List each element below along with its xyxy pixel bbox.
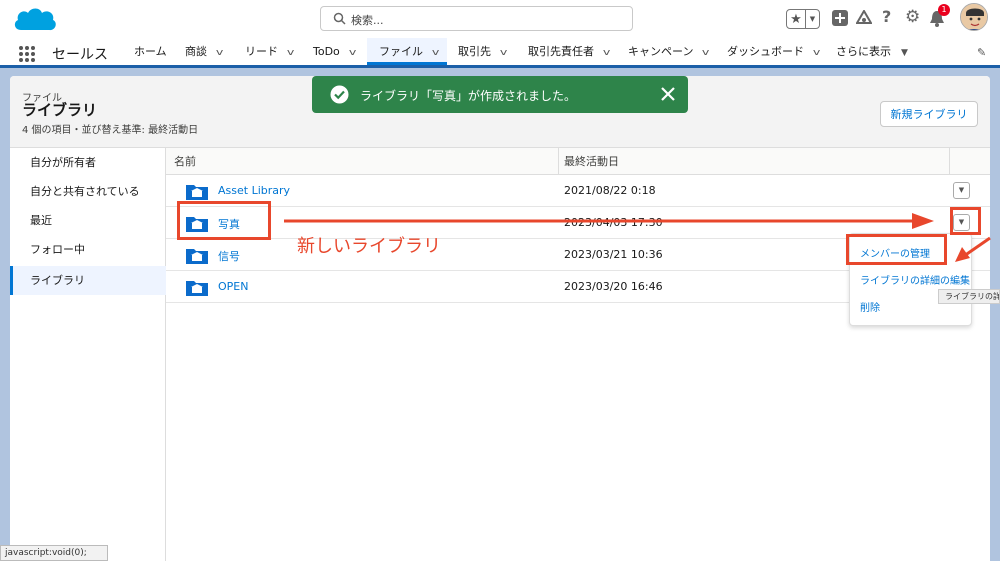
library-folder-icon [186,281,208,296]
list-info: 4 個の項目・並び替え基準: 最終活動日 [22,125,199,136]
global-header: 検索... ★ ▼ ? ⚙ 1 [0,0,1000,38]
nav-item-accounts[interactable]: 取引先 v [458,38,507,67]
annotation-label: 新しいライブラリ [297,236,441,257]
salesforce-logo[interactable] [11,4,59,36]
sidebar-item-shared-with-me[interactable]: 自分と共有されている [10,177,166,206]
close-icon[interactable] [659,85,677,103]
chevron-down-icon[interactable]: ▼ [806,10,819,28]
chevron-down-icon[interactable]: v [287,40,294,67]
status-bar: javascript:void(0); [0,545,108,561]
star-icon[interactable]: ★ [787,10,806,28]
sidebar: 自分が所有者 自分と共有されている 最近 フォロー中 ライブラリ [10,148,166,561]
nav-bar: セールス ホーム 商談 v リード v ToDo v ファイル v 取引先 v 取引先責任… [0,38,1000,68]
chevron-down-icon[interactable]: v [216,40,223,67]
table-header: 名前 最終活動日 [166,148,990,175]
column-divider [558,148,559,175]
nav-item-files[interactable]: ファイル v [367,38,447,65]
nav-item-todo[interactable]: ToDo v [313,38,356,67]
nav-item-contacts[interactable]: 取引先責任者 v [528,38,610,67]
library-link[interactable]: OPEN [218,280,248,293]
app-name: セールス [52,47,108,63]
sidebar-item-libraries[interactable]: ライブラリ [10,266,166,295]
nav-item-dashboards[interactable]: ダッシュボード v [727,38,820,67]
avatar[interactable] [960,3,988,31]
last-activity-date: 2023/04/03 17:30 [564,216,663,229]
annotation-box-row-menu [950,207,981,235]
search-placeholder: 検索... [351,14,384,27]
add-icon[interactable] [832,10,848,26]
sidebar-item-recent[interactable]: 最近 [10,206,166,235]
new-library-button[interactable]: 新規ライブラリ [880,101,978,127]
column-divider [949,148,950,175]
nav-item-home[interactable]: ホーム [134,38,167,65]
chevron-down-icon[interactable]: v [813,40,820,67]
nav-item-campaigns[interactable]: キャンペーン v [628,38,710,67]
column-header-name[interactable]: 名前 [174,148,196,175]
annotation-box-manage-members [846,234,947,265]
pencil-icon[interactable]: ✎ [977,46,986,59]
library-link[interactable]: 信号 [218,248,240,264]
chevron-down-icon[interactable]: v [432,40,439,67]
last-activity-date: 2021/08/22 0:18 [564,184,656,197]
last-activity-date: 2023/03/21 10:36 [564,248,663,261]
library-link[interactable]: Asset Library [218,184,290,197]
menu-item-edit-library-details[interactable]: ライブラリの詳細の編集 [860,272,970,287]
gear-icon[interactable]: ⚙ [905,7,920,27]
trailhead-icon[interactable] [856,10,872,26]
library-folder-icon [186,185,208,200]
help-icon[interactable]: ? [882,7,891,26]
sidebar-item-following[interactable]: フォロー中 [10,235,166,264]
library-table: 名前 最終活動日 Asset Library 2021/08/22 0:18 ▼… [166,148,990,561]
menu-item-delete[interactable]: 削除 [860,299,880,314]
caret-down-icon[interactable]: ▼ [901,48,908,58]
chevron-down-icon[interactable]: v [349,40,356,67]
chevron-down-icon[interactable]: v [603,40,610,67]
column-header-last-activity[interactable]: 最終活動日 [564,148,619,175]
success-toast: ライブラリ「写真」が作成されました。 [312,76,688,113]
library-folder-icon [186,249,208,264]
search-icon [333,12,346,25]
last-activity-date: 2023/03/20 16:46 [564,280,663,293]
nav-item-more[interactable]: さらに表示 ▼ [836,38,908,65]
sidebar-item-owned-by-me[interactable]: 自分が所有者 [10,148,166,177]
tooltip: ライブラリの詳細 [938,289,1000,304]
table-row: Asset Library 2021/08/22 0:18 ▼ [166,175,990,207]
success-icon [330,85,349,104]
nav-item-opportunities[interactable]: 商談 v [185,38,223,67]
toast-message: ライブラリ「写真」が作成されました。 [360,89,577,103]
search-input[interactable]: 検索... [320,6,633,31]
chevron-down-icon[interactable]: v [702,40,709,67]
favorites-button[interactable]: ★ ▼ [786,9,820,29]
app-launcher-icon[interactable] [18,45,36,63]
nav-item-leads[interactable]: リード v [245,38,294,67]
annotation-box-new-library [177,201,271,240]
notification-badge: 1 [938,4,950,16]
page-title: ライブラリ [22,101,98,119]
chevron-down-icon[interactable]: v [500,40,507,67]
row-actions-button[interactable]: ▼ [953,182,970,199]
